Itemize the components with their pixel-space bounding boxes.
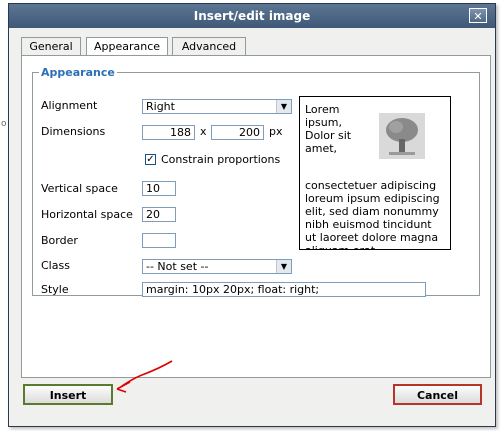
checkmark-icon: ✓ xyxy=(146,154,155,165)
dialog-title: Insert/edit image xyxy=(193,9,311,23)
appearance-legend: Appearance xyxy=(41,66,115,79)
appearance-fieldset: Appearance Alignment Right ▼ Dimensions … xyxy=(32,66,480,297)
appearance-panel: Appearance Alignment Right ▼ Dimensions … xyxy=(21,55,491,378)
close-icon: ✕ xyxy=(473,10,483,23)
tab-general[interactable]: General xyxy=(21,37,81,56)
dimensions-unit: px xyxy=(269,125,283,138)
dialog-titlebar[interactable]: Insert/edit image ✕ xyxy=(9,4,495,28)
vertical-space-input[interactable]: 10 xyxy=(142,181,176,196)
style-input[interactable]: margin: 10px 20px; float: right; xyxy=(142,282,426,297)
class-value: -- Not set -- xyxy=(146,260,209,273)
class-select[interactable]: -- Not set -- ▼ xyxy=(142,259,292,274)
tree-image-icon xyxy=(379,113,425,159)
image-preview: Lorem ipsum, Dolor sit amet, consectetue… xyxy=(299,96,451,250)
close-button[interactable]: ✕ xyxy=(469,8,487,23)
alignment-label: Alignment xyxy=(41,99,98,112)
style-label: Style xyxy=(41,283,69,296)
constrain-proportions-checkbox[interactable]: ✓ xyxy=(145,154,156,165)
dimensions-label: Dimensions xyxy=(41,125,106,138)
border-input[interactable] xyxy=(142,233,176,248)
insert-edit-image-dialog: Insert/edit image ✕ General Appearance A… xyxy=(8,3,496,427)
chevron-down-icon[interactable]: ▼ xyxy=(276,260,291,273)
cancel-button[interactable]: Cancel xyxy=(393,384,482,405)
alignment-value: Right xyxy=(146,100,175,113)
dimensions-separator: x xyxy=(200,125,207,138)
insert-button[interactable]: Insert xyxy=(23,384,113,405)
constrain-proportions-label: Constrain proportions xyxy=(161,153,281,166)
width-input[interactable]: 188 xyxy=(142,125,195,140)
tab-advanced[interactable]: Advanced xyxy=(172,37,246,56)
vertical-space-label: Vertical space xyxy=(41,182,118,195)
tab-appearance[interactable]: Appearance xyxy=(86,37,168,57)
background-page-edge: o xyxy=(0,0,8,431)
alignment-select[interactable]: Right ▼ xyxy=(142,99,292,114)
border-label: Border xyxy=(41,234,78,247)
horizontal-space-label: Horizontal space xyxy=(41,208,133,221)
height-input[interactable]: 200 xyxy=(211,125,264,140)
background-text-fragment: o xyxy=(1,119,7,129)
chevron-down-icon[interactable]: ▼ xyxy=(276,100,291,113)
class-label: Class xyxy=(41,259,70,272)
horizontal-space-input[interactable]: 20 xyxy=(142,207,176,222)
